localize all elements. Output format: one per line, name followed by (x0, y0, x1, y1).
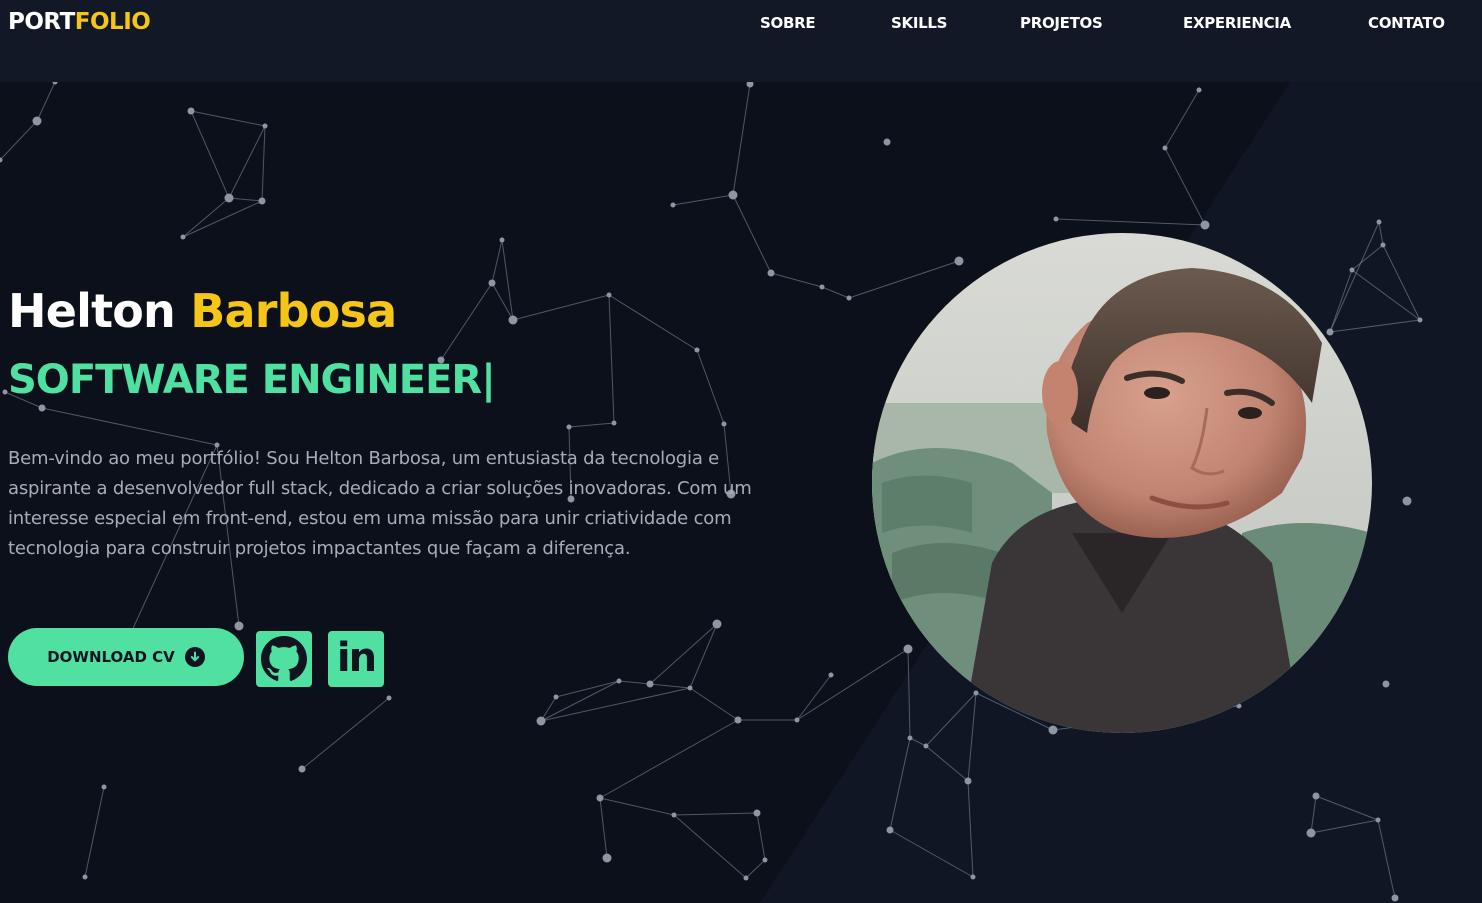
profile-photo (872, 233, 1372, 733)
arrow-down-circle-icon (184, 647, 205, 667)
top-navbar: PORTFOLIO SOBRE SKILLS PROJETOS EXPERIEN… (0, 0, 1482, 82)
typing-caret: | (481, 357, 496, 403)
linkedin-link[interactable]: in (328, 631, 384, 687)
hero-bio: Bem-vindo ao meu portfólio! Sou Helton B… (8, 448, 752, 559)
nav-sobre[interactable]: SOBRE (760, 14, 816, 32)
github-link[interactable] (256, 631, 312, 687)
profile-photo-image (872, 233, 1372, 733)
download-cv-label: DOWNLOAD CV (47, 648, 175, 666)
linkedin-icon: in (336, 635, 377, 681)
last-name: Barbosa (190, 284, 397, 338)
logo[interactable]: PORTFOLIO (8, 9, 151, 35)
nav-skills[interactable]: SKILLS (891, 14, 947, 32)
nav-contato[interactable]: CONTATO (1368, 14, 1445, 32)
nav-experiencia[interactable]: EXPERIENCIA (1183, 14, 1291, 32)
github-icon (261, 636, 307, 681)
role-text: SOFTWARE ENGINEER (8, 357, 482, 403)
first-name: Helton (8, 284, 176, 338)
download-cv-button[interactable]: DOWNLOAD CV (8, 628, 244, 686)
nav-projetos[interactable]: PROJETOS (1020, 14, 1103, 32)
hero-name: Helton Barbosa (8, 284, 397, 338)
hero-section: Helton Barbosa SOFTWARE ENGINEER| Bem-vi… (0, 82, 1482, 903)
logo-text-part1: PORT (8, 9, 75, 35)
hero-role: SOFTWARE ENGINEER| (8, 357, 496, 403)
logo-text-part2: FOLIO (74, 9, 151, 35)
